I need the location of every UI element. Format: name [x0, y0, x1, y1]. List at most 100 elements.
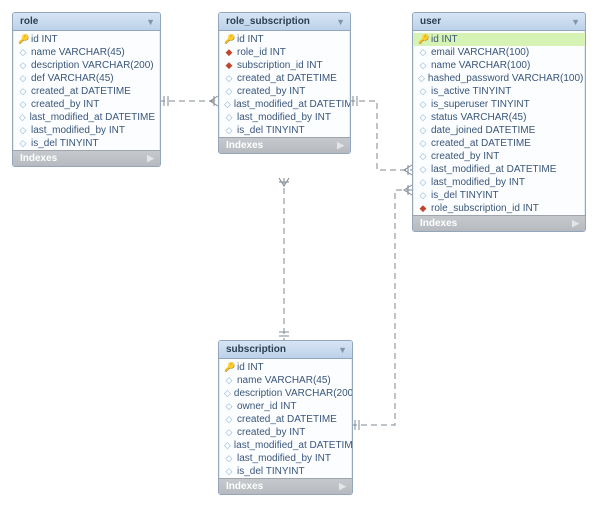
column-text: id INT — [31, 34, 58, 45]
primary-key-icon: 🔑 — [224, 362, 234, 373]
primary-key-icon: 🔑 — [224, 34, 234, 45]
column-icon: ◇ — [18, 99, 28, 110]
column-icon: ◇ — [18, 47, 28, 58]
entity-title-text: subscription — [226, 344, 286, 355]
entity-title-text: role — [20, 16, 38, 27]
column-row[interactable]: ◇created_by INT — [219, 85, 350, 98]
entity-role-subscription[interactable]: role_subscription ▼ 🔑id INT◆role_id INT◆… — [218, 12, 351, 154]
column-text: date_joined DATETIME — [431, 125, 535, 136]
column-row[interactable]: ◇is_del TINYINT — [13, 137, 160, 150]
column-icon: ◇ — [18, 138, 28, 149]
entity-title[interactable]: subscription ▼ — [219, 341, 352, 359]
collapse-icon[interactable]: ▼ — [336, 17, 345, 27]
column-list: 🔑id INT◇email VARCHAR(100)◇name VARCHAR(… — [413, 31, 585, 215]
entity-title[interactable]: user ▼ — [413, 13, 585, 31]
indexes-section[interactable]: Indexes ▶ — [219, 478, 352, 494]
rel-rolesub-user — [349, 101, 412, 170]
column-row[interactable]: ◇is_del TINYINT — [219, 465, 352, 478]
column-row[interactable]: ◇created_at DATETIME — [219, 413, 352, 426]
column-row[interactable]: 🔑id INT — [13, 33, 160, 46]
column-text: name VARCHAR(45) — [237, 375, 331, 386]
column-row[interactable]: 🔑id INT — [413, 33, 585, 46]
entity-user[interactable]: user ▼ 🔑id INT◇email VARCHAR(100)◇name V… — [412, 12, 586, 232]
column-icon: ◇ — [418, 86, 428, 97]
column-row[interactable]: ◇last_modified_by INT — [413, 176, 585, 189]
column-row[interactable]: ◇last_modified_at DATETIME — [219, 98, 350, 111]
column-row[interactable]: ◇description VARCHAR(200) — [219, 387, 352, 400]
column-row[interactable]: 🔑id INT — [219, 361, 352, 374]
column-icon: ◇ — [18, 73, 28, 84]
column-row[interactable]: ◇email VARCHAR(100) — [413, 46, 585, 59]
column-text: owner_id INT — [237, 401, 296, 412]
indexes-section[interactable]: Indexes ▶ — [413, 215, 585, 231]
column-text: created_at DATETIME — [237, 414, 337, 425]
column-row[interactable]: ◇created_at DATETIME — [219, 72, 350, 85]
column-text: last_modified_at DATETIME — [234, 99, 351, 110]
expand-icon[interactable]: ▶ — [572, 218, 579, 229]
column-row[interactable]: ◇created_at DATETIME — [413, 137, 585, 150]
column-text: id INT — [237, 34, 264, 45]
column-row[interactable]: ◇last_modified_at DATETIME — [13, 111, 160, 124]
column-row[interactable]: ◇def VARCHAR(45) — [13, 72, 160, 85]
indexes-label: Indexes — [226, 481, 263, 492]
column-text: is_active TINYINT — [431, 86, 511, 97]
column-list: 🔑id INT◇name VARCHAR(45)◇description VAR… — [219, 359, 352, 478]
column-row[interactable]: 🔑id INT — [219, 33, 350, 46]
indexes-section[interactable]: Indexes ▶ — [13, 150, 160, 166]
column-icon: ◇ — [418, 73, 425, 84]
entity-title[interactable]: role_subscription ▼ — [219, 13, 350, 31]
column-text: subscription_id INT — [237, 60, 323, 71]
column-text: last_modified_by INT — [431, 177, 525, 188]
indexes-section[interactable]: Indexes ▶ — [219, 137, 350, 153]
column-text: is_del TINYINT — [431, 190, 499, 201]
expand-icon[interactable]: ▶ — [339, 481, 346, 492]
column-row[interactable]: ◇created_by INT — [413, 150, 585, 163]
column-list: 🔑id INT◇name VARCHAR(45)◇description VAR… — [13, 31, 160, 150]
column-row[interactable]: ◇name VARCHAR(45) — [219, 374, 352, 387]
column-row[interactable]: ◇last_modified_at DATETIME — [219, 439, 352, 452]
column-row[interactable]: ◇is_active TINYINT — [413, 85, 585, 98]
column-row[interactable]: ◇status VARCHAR(45) — [413, 111, 585, 124]
column-text: created_by INT — [31, 99, 99, 110]
column-icon: ◇ — [418, 177, 428, 188]
indexes-label: Indexes — [20, 153, 57, 164]
entity-title[interactable]: role ▼ — [13, 13, 160, 31]
column-row[interactable]: ◇is_del TINYINT — [219, 124, 350, 137]
column-icon: ◇ — [224, 427, 234, 438]
column-row[interactable]: ◇last_modified_by INT — [13, 124, 160, 137]
expand-icon[interactable]: ▶ — [337, 140, 344, 151]
column-row[interactable]: ◇last_modified_by INT — [219, 452, 352, 465]
column-row[interactable]: ◇last_modified_by INT — [219, 111, 350, 124]
column-row[interactable]: ◇name VARCHAR(45) — [13, 46, 160, 59]
column-row[interactable]: ◇name VARCHAR(100) — [413, 59, 585, 72]
column-row[interactable]: ◇created_by INT — [219, 426, 352, 439]
column-text: last_modified_at DATETIME — [234, 440, 353, 451]
expand-icon[interactable]: ▶ — [147, 153, 154, 164]
column-row[interactable]: ◆role_id INT — [219, 46, 350, 59]
column-row[interactable]: ◇description VARCHAR(200) — [13, 59, 160, 72]
indexes-label: Indexes — [420, 218, 457, 229]
column-row[interactable]: ◇is_superuser TINYINT — [413, 98, 585, 111]
column-row[interactable]: ◇created_by INT — [13, 98, 160, 111]
column-text: id INT — [237, 362, 264, 373]
indexes-label: Indexes — [226, 140, 263, 151]
column-row[interactable]: ◇date_joined DATETIME — [413, 124, 585, 137]
collapse-icon[interactable]: ▼ — [571, 17, 580, 27]
column-row[interactable]: ◆subscription_id INT — [219, 59, 350, 72]
column-row[interactable]: ◆role_subscription_id INT — [413, 202, 585, 215]
column-list: 🔑id INT◆role_id INT◆subscription_id INT◇… — [219, 31, 350, 137]
column-text: status VARCHAR(45) — [431, 112, 526, 123]
column-row[interactable]: ◇last_modified_at DATETIME — [413, 163, 585, 176]
column-row[interactable]: ◇created_at DATETIME — [13, 85, 160, 98]
collapse-icon[interactable]: ▼ — [146, 17, 155, 27]
entity-role[interactable]: role ▼ 🔑id INT◇name VARCHAR(45)◇descript… — [12, 12, 161, 167]
column-row[interactable]: ◇owner_id INT — [219, 400, 352, 413]
column-icon: ◇ — [224, 440, 231, 451]
entity-subscription[interactable]: subscription ▼ 🔑id INT◇name VARCHAR(45)◇… — [218, 340, 353, 495]
column-icon: ◇ — [418, 151, 428, 162]
column-row[interactable]: ◇hashed_password VARCHAR(100) — [413, 72, 585, 85]
column-text: created_at DATETIME — [31, 86, 131, 97]
column-row[interactable]: ◇is_del TINYINT — [413, 189, 585, 202]
column-text: name VARCHAR(100) — [431, 60, 530, 71]
collapse-icon[interactable]: ▼ — [338, 345, 347, 355]
